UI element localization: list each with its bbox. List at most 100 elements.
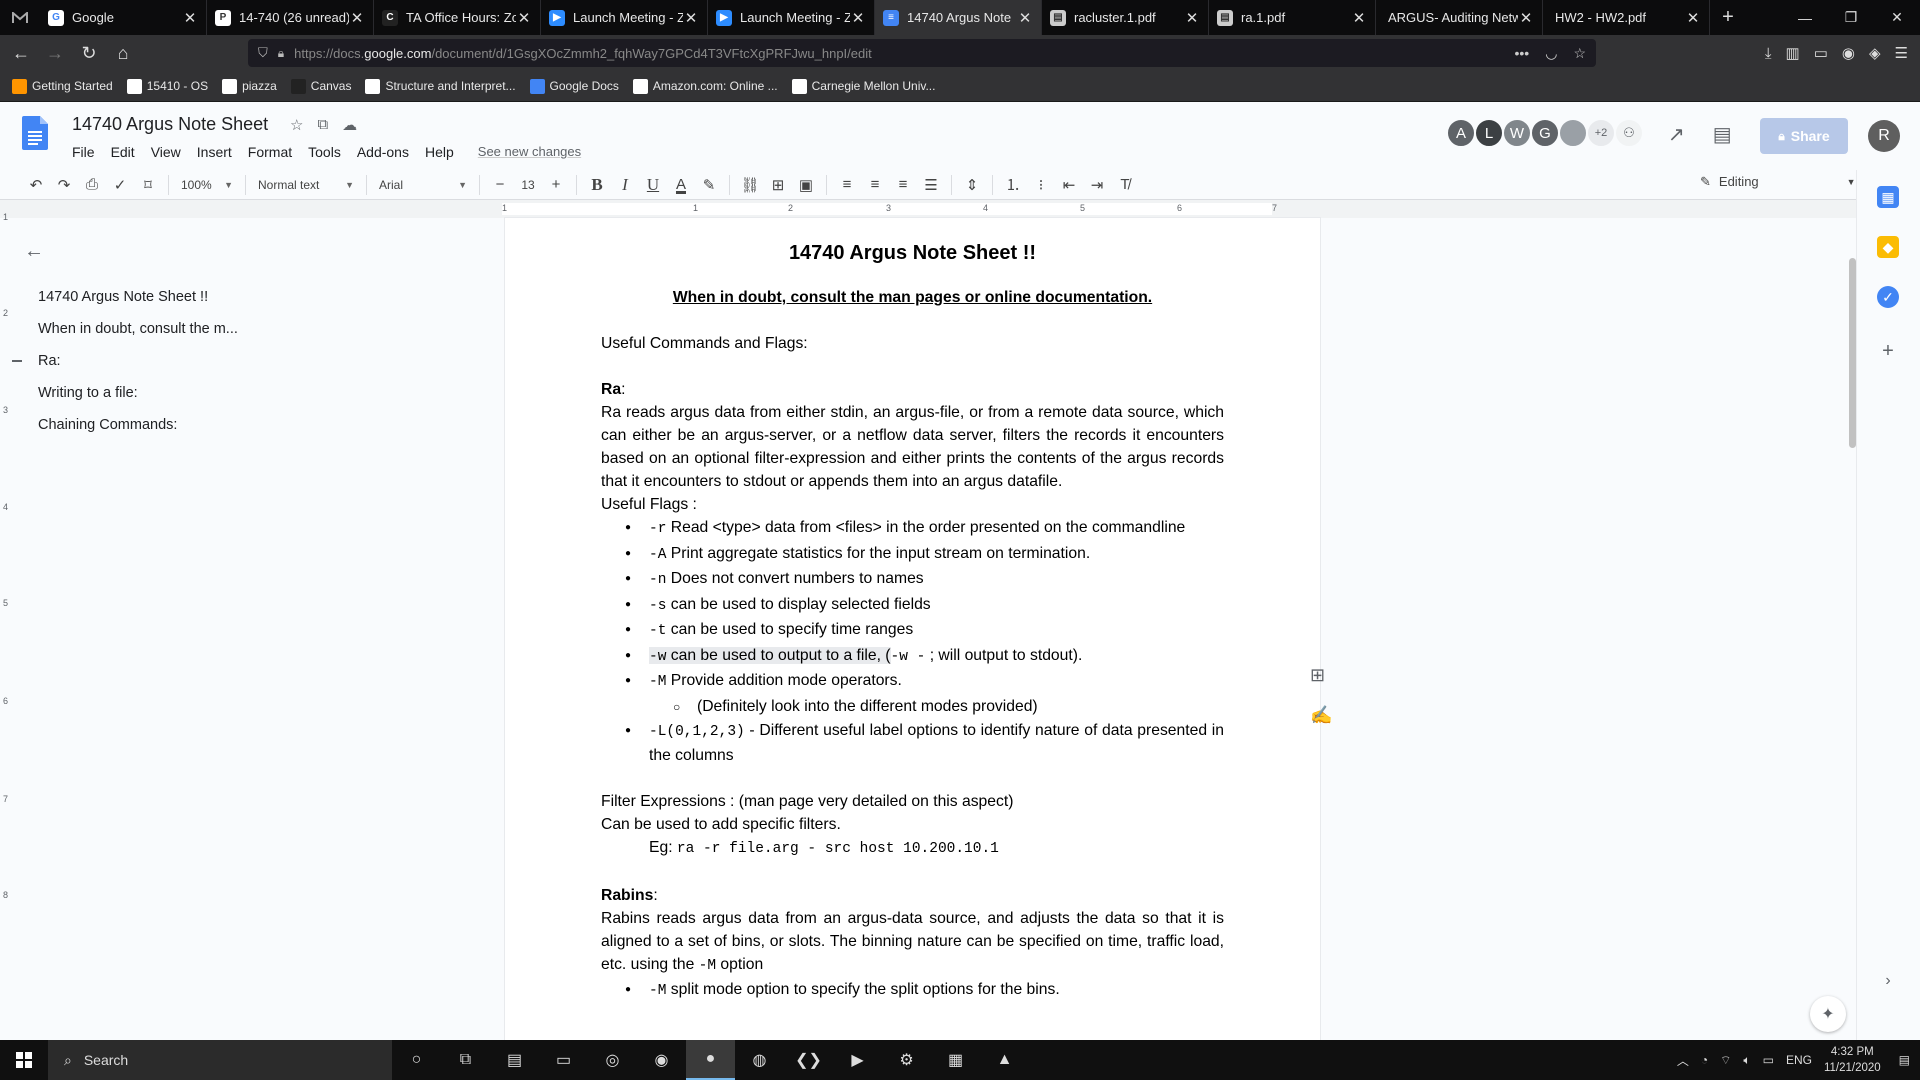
extension-icon[interactable]: ◈ bbox=[1869, 44, 1881, 62]
browser-tab[interactable]: P 14-740 (26 unread) ✕ bbox=[207, 0, 374, 35]
bookmark-item[interactable]: 15410 - OS bbox=[126, 78, 208, 94]
back-button[interactable]: ← bbox=[4, 35, 38, 71]
battery-icon[interactable]: ▭ bbox=[1763, 1053, 1774, 1067]
clock[interactable]: 4:32 PM 11/21/2020 bbox=[1824, 1044, 1881, 1076]
align-right-icon[interactable]: ≡ bbox=[889, 172, 917, 198]
tab-close-icon[interactable]: ✕ bbox=[1685, 9, 1701, 27]
cortana-icon[interactable]: ○ bbox=[392, 1040, 441, 1080]
collaborator-avatar[interactable]: G bbox=[1530, 118, 1560, 148]
network-icon[interactable]: ◔ bbox=[1701, 1053, 1708, 1067]
bookmark-item[interactable]: Google Docs bbox=[529, 78, 619, 94]
increase-font-size-icon[interactable]: + bbox=[542, 172, 570, 198]
notepad-icon[interactable]: ▦ bbox=[931, 1040, 980, 1080]
align-justify-icon[interactable]: ☰ bbox=[917, 172, 945, 198]
tab-close-icon[interactable]: ✕ bbox=[1017, 9, 1033, 27]
tab-close-icon[interactable]: ✕ bbox=[182, 9, 198, 27]
home-button[interactable]: ⌂ bbox=[106, 35, 140, 71]
language-indicator[interactable]: ENG bbox=[1786, 1053, 1812, 1067]
outline-item[interactable]: Chaining Commands: bbox=[24, 409, 324, 441]
line-spacing-icon[interactable]: ⇕ bbox=[958, 172, 986, 198]
menu-item-format[interactable]: Format bbox=[240, 142, 300, 162]
task-view-icon[interactable]: ⧉ bbox=[441, 1040, 490, 1080]
align-center-icon[interactable]: ≡ bbox=[861, 172, 889, 198]
italic-icon[interactable]: I bbox=[611, 172, 639, 198]
vertical-ruler[interactable]: 1 2 3 4 5 6 7 8 bbox=[0, 212, 14, 1040]
store-icon[interactable]: ▤ bbox=[490, 1040, 539, 1080]
undo-icon[interactable]: ↶ bbox=[22, 172, 50, 198]
decrease-indent-icon[interactable]: ⇤ bbox=[1055, 172, 1083, 198]
document-title[interactable]: 14740 Argus Note Sheet bbox=[72, 114, 268, 135]
minimize-button[interactable]: — bbox=[1782, 0, 1828, 35]
menu-item-file[interactable]: File bbox=[64, 142, 103, 162]
menu-item-edit[interactable]: Edit bbox=[103, 142, 143, 162]
library-icon[interactable]: ▥ bbox=[1786, 44, 1800, 62]
tab-close-icon[interactable]: ✕ bbox=[683, 9, 699, 27]
keep-icon[interactable]: ◆ bbox=[1877, 236, 1899, 258]
collaborator-avatar[interactable] bbox=[1558, 118, 1588, 148]
font-size-input[interactable]: 13 bbox=[514, 172, 542, 198]
insert-image-icon[interactable]: ▣ bbox=[792, 172, 820, 198]
obs-icon[interactable]: ◉ bbox=[637, 1040, 686, 1080]
shield-icon[interactable]: ⛉ bbox=[258, 45, 268, 61]
lock-icon[interactable]: 🔒︎ bbox=[278, 46, 284, 61]
tab-close-icon[interactable]: ✕ bbox=[1351, 9, 1367, 27]
browser-tab[interactable]: ▤ ra.1.pdf ✕ bbox=[1209, 0, 1376, 35]
document-page[interactable]: 14740 Argus Note Sheet !! When in doubt,… bbox=[505, 218, 1320, 1040]
new-tab-button[interactable]: + bbox=[1710, 6, 1746, 29]
bookmark-item[interactable]: Structure and Interpret... bbox=[365, 78, 516, 94]
docs-logo-icon[interactable] bbox=[22, 116, 48, 150]
browser-tab[interactable]: ≡ 14740 Argus Note ✕ bbox=[875, 0, 1042, 35]
collaborator-avatar[interactable]: L bbox=[1474, 118, 1504, 148]
move-folder-icon[interactable]: ⧉ bbox=[317, 116, 328, 134]
underline-icon[interactable]: U bbox=[639, 172, 667, 198]
tab-close-icon[interactable]: ✕ bbox=[850, 9, 866, 27]
close-outline-icon[interactable]: ← bbox=[24, 240, 48, 263]
notifications-icon[interactable]: ▤ bbox=[1899, 1053, 1910, 1067]
menu-item-add-ons[interactable]: Add-ons bbox=[349, 142, 417, 162]
cloud-saved-icon[interactable]: ☁ bbox=[342, 116, 357, 134]
tasks-icon[interactable]: ✓ bbox=[1877, 286, 1899, 308]
tab-close-icon[interactable]: ✕ bbox=[516, 9, 532, 27]
chat-icon[interactable]: ⚇ bbox=[1614, 118, 1644, 148]
chrome-icon[interactable]: ◍ bbox=[735, 1040, 784, 1080]
volume-icon[interactable]: 🔈︎ bbox=[1743, 1053, 1750, 1068]
app-icon[interactable]: ▲ bbox=[980, 1040, 1029, 1080]
menu-item-view[interactable]: View bbox=[143, 142, 189, 162]
comments-icon[interactable]: ▤ bbox=[1713, 122, 1732, 147]
more-actions-icon[interactable]: ••• bbox=[1515, 45, 1530, 61]
account-avatar[interactable]: R bbox=[1868, 120, 1900, 152]
chevron-up-icon[interactable]: ︿ bbox=[1677, 1052, 1689, 1069]
vscode-icon[interactable]: ❮❯ bbox=[784, 1040, 833, 1080]
add-comment-icon[interactable]: ⊞ bbox=[1310, 665, 1325, 686]
chevron-right-icon[interactable]: › bbox=[1877, 970, 1899, 992]
tab-close-icon[interactable]: ✕ bbox=[349, 9, 365, 27]
start-button[interactable] bbox=[0, 1040, 48, 1080]
outline-item[interactable]: When in doubt, consult the m... bbox=[24, 313, 324, 345]
browser-tab[interactable]: ▤ racluster.1.pdf ✕ bbox=[1042, 0, 1209, 35]
bookmark-item[interactable]: Amazon.com: Online ... bbox=[632, 78, 778, 94]
vertical-scrollbar[interactable] bbox=[1848, 218, 1856, 1040]
bulleted-list-icon[interactable]: ⁝ bbox=[1027, 172, 1055, 198]
outline-item[interactable]: Writing to a file: bbox=[24, 377, 324, 409]
align-left-icon[interactable]: ≡ bbox=[833, 172, 861, 198]
insert-link-icon[interactable]: ⛓ bbox=[736, 172, 764, 198]
firefox-icon[interactable]: ● bbox=[686, 1040, 735, 1080]
suggest-edit-icon[interactable]: ✍ bbox=[1310, 705, 1332, 726]
menu-item-insert[interactable]: Insert bbox=[189, 142, 240, 162]
browser-tab[interactable]: C TA Office Hours: Zo ✕ bbox=[374, 0, 541, 35]
star-icon[interactable]: ☆ bbox=[290, 116, 303, 134]
menu-icon[interactable]: ☰ bbox=[1895, 44, 1908, 62]
style-select[interactable]: Normal text ▼ bbox=[252, 172, 360, 198]
tab-close-icon[interactable]: ✕ bbox=[1184, 9, 1200, 27]
bookmark-item[interactable]: piazza bbox=[222, 78, 277, 94]
paint-format-icon[interactable]: ⌑ bbox=[134, 172, 162, 198]
browser-tab[interactable]: G Google ✕ bbox=[40, 0, 207, 35]
highlight-icon[interactable]: ✎ bbox=[695, 172, 723, 198]
collaborator-avatar[interactable]: A bbox=[1446, 118, 1476, 148]
decrease-font-size-icon[interactable]: − bbox=[486, 172, 514, 198]
increase-indent-icon[interactable]: ⇥ bbox=[1083, 172, 1111, 198]
share-button[interactable]: 🔒︎ Share bbox=[1760, 118, 1848, 154]
text-color-icon[interactable]: A bbox=[667, 172, 695, 198]
numbered-list-icon[interactable]: ⒈ bbox=[999, 172, 1027, 198]
tab-close-icon[interactable]: ✕ bbox=[1518, 9, 1534, 27]
